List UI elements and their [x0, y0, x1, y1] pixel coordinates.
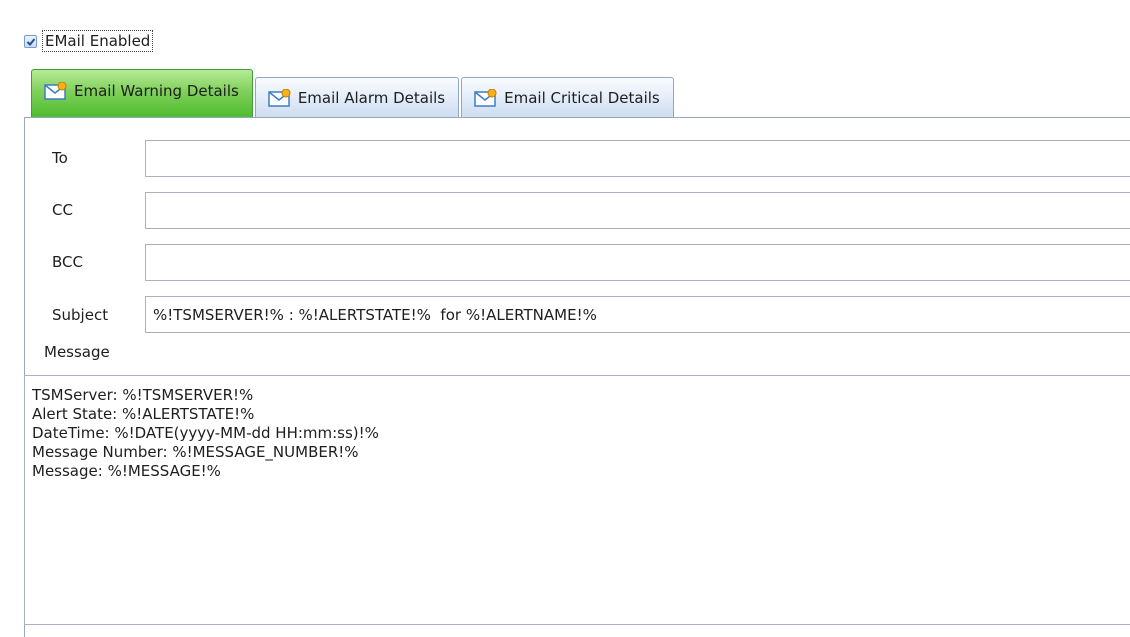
message-label: Message [44, 343, 110, 361]
bcc-label: BCC [52, 253, 83, 271]
tab-email-warning-details[interactable]: Email Warning Details [31, 69, 253, 118]
to-field[interactable] [145, 140, 1130, 177]
tab-label: Email Warning Details [74, 82, 239, 100]
cc-field[interactable] [145, 192, 1130, 229]
mail-envelope-icon [474, 89, 497, 107]
cc-label: CC [52, 201, 73, 219]
message-textarea[interactable]: TSMServer: %!TSMSERVER!% Alert State: %!… [24, 375, 1130, 625]
subject-field[interactable] [145, 296, 1130, 333]
mail-envelope-icon [44, 82, 67, 100]
email-details-tabs: Email Warning Details Email Alarm Detail… [31, 69, 676, 118]
email-enabled-checkbox[interactable] [24, 34, 37, 48]
email-enabled-label[interactable]: EMail Enabled [42, 30, 154, 52]
email-enabled-row[interactable]: EMail Enabled [24, 28, 154, 54]
tab-label: Email Alarm Details [297, 89, 446, 107]
mail-envelope-icon [268, 89, 291, 107]
checkmark-icon [26, 37, 36, 46]
tab-email-alarm-details[interactable]: Email Alarm Details [254, 77, 460, 118]
subject-label: Subject [52, 306, 109, 324]
bcc-field[interactable] [145, 244, 1130, 281]
to-label: To [52, 149, 68, 167]
tab-email-critical-details[interactable]: Email Critical Details [461, 77, 674, 118]
tab-label: Email Critical Details [504, 89, 660, 107]
